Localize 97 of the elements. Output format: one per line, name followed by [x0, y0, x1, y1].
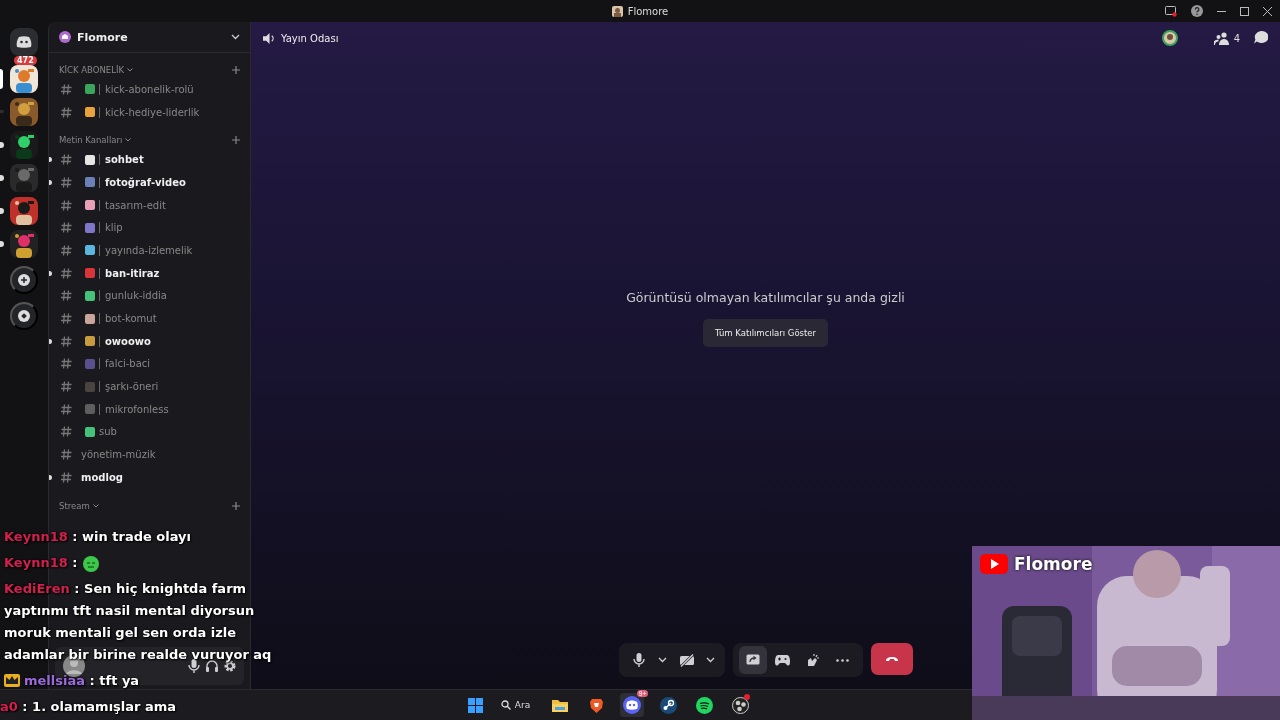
spotify-icon [695, 696, 713, 714]
window-title: Flomore [627, 5, 669, 17]
lion-shield-icon [589, 697, 603, 713]
plus-icon[interactable] [232, 66, 240, 74]
hash-icon [61, 222, 72, 234]
show-participants-button[interactable]: Tüm Katılımcıları Göster [702, 319, 829, 347]
compass-icon [18, 310, 30, 322]
channel-item[interactable]: ban-itiraz [49, 261, 250, 285]
hash-icon [61, 471, 72, 483]
chevron-icon [706, 657, 715, 663]
channel-item[interactable]: yönetim-müzik [49, 443, 250, 466]
sparkle-hand-icon [805, 653, 820, 667]
microphone-icon [632, 653, 645, 667]
channel-item[interactable]: kick-hediye-liderlik [49, 100, 250, 124]
gamepad-icon [775, 654, 790, 666]
category-header[interactable]: Stream [59, 500, 90, 511]
category-header[interactable]: Metin Kanalları [59, 135, 123, 146]
channel-item[interactable]: sub [49, 420, 250, 444]
hang-up-button[interactable] [870, 643, 913, 675]
search-icon [500, 700, 511, 710]
hang-up-icon [884, 656, 899, 662]
channel-item[interactable]: owoowo [49, 329, 250, 353]
hash-icon [61, 290, 72, 302]
steam-icon [659, 696, 677, 714]
maximize-icon[interactable] [1240, 6, 1249, 16]
hash-icon [61, 83, 72, 95]
chat-icon[interactable] [1254, 31, 1268, 45]
crown-icon [4, 674, 20, 687]
plus-icon [18, 274, 30, 286]
channel-item[interactable]: sohbet [49, 148, 250, 172]
channel-label: Flomore [1014, 554, 1093, 574]
search-button[interactable]: Ara [494, 700, 537, 710]
channel-item[interactable]: bot-komut [49, 307, 250, 330]
server-badge-icon [59, 31, 71, 43]
camera-off-icon [678, 653, 695, 667]
chevron-icon [125, 138, 132, 143]
hash-icon [61, 358, 72, 370]
participant-count: 4 [1233, 32, 1240, 44]
plus-icon[interactable] [232, 136, 240, 145]
chevron-icon [658, 657, 667, 663]
home-button[interactable] [10, 28, 38, 56]
channel-item[interactable]: fotoğraf-video [49, 171, 250, 194]
members-icon[interactable] [1213, 31, 1230, 45]
more-icon [836, 658, 849, 662]
avatar[interactable] [1161, 30, 1178, 46]
plus-icon[interactable] [232, 501, 240, 510]
hash-icon [61, 381, 72, 393]
channel-item[interactable]: şarkı-öneri [49, 375, 250, 398]
chat-message: a0 : 1. olamamışlar ama [0, 698, 177, 716]
hash-icon [61, 199, 72, 211]
channel-item[interactable]: klip [49, 216, 250, 240]
screen-share-icon [745, 653, 760, 667]
channel-item[interactable]: modlog [49, 466, 250, 489]
chevron-icon [127, 68, 134, 72]
hash-icon [61, 335, 72, 347]
folder-icon [552, 698, 569, 712]
server-name: Flomore [77, 30, 129, 44]
hidden-participants-message: Görüntüsü olmayan katılımcılar şu anda gizli [626, 290, 905, 305]
add-server-button[interactable] [10, 266, 38, 294]
hash-icon [61, 449, 72, 461]
headphones-icon[interactable] [206, 660, 218, 672]
hash-icon [61, 244, 72, 256]
hash-icon [61, 176, 72, 188]
hash-icon [61, 313, 72, 325]
channel-item[interactable]: yayında-izlemelik [49, 239, 250, 262]
chevron-icon[interactable] [231, 34, 240, 40]
channel-item[interactable]: falci-baci [49, 352, 250, 376]
channel-item[interactable]: kick-abonelik-rolü [49, 78, 250, 101]
obs-icon [731, 696, 749, 714]
chat-message: Keynn18 : win trade olayı [4, 528, 191, 546]
app-icon [611, 5, 623, 17]
hash-icon [61, 106, 72, 118]
hash-icon [61, 403, 72, 415]
chat-message: mellsiaa : tft ya [24, 672, 140, 690]
channel-item[interactable]: mikrofonless [49, 397, 250, 421]
hash-icon [61, 267, 72, 279]
speaker-icon [263, 32, 275, 44]
chat-message: Keynn18 : [4, 552, 100, 574]
game-controller-logo-icon [623, 696, 642, 714]
screen-share-button[interactable] [738, 646, 767, 674]
unread-badge: 472 [14, 56, 37, 65]
category-header[interactable]: KİCK ABONELİK [59, 65, 125, 75]
help-icon[interactable] [1191, 5, 1203, 17]
controller-logo-icon [16, 36, 32, 48]
channel-item[interactable]: tasarım-edit [49, 193, 250, 217]
close-icon[interactable] [1263, 6, 1272, 16]
channel-title: Yayın Odası [281, 32, 339, 44]
discover-button[interactable] [10, 302, 38, 330]
emote-icon [82, 554, 100, 573]
inbox-icon[interactable] [1165, 5, 1177, 17]
youtube-icon [980, 554, 1008, 574]
windows-start-icon[interactable] [467, 697, 483, 713]
hash-icon [61, 426, 72, 438]
channel-item[interactable]: gunluk-iddia [49, 284, 250, 308]
hash-icon [61, 154, 72, 166]
chevron-icon [92, 503, 99, 508]
settings-icon[interactable] [224, 660, 236, 672]
